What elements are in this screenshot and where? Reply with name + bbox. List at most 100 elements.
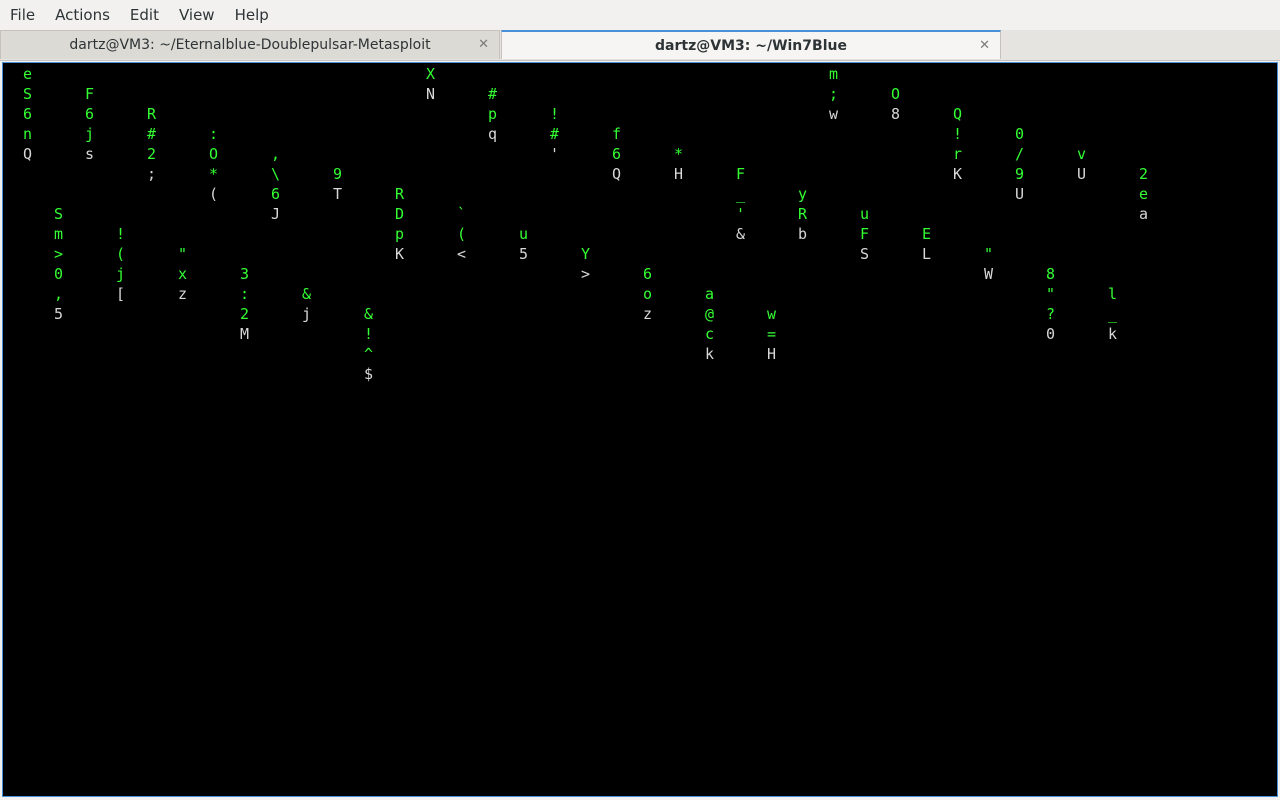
matrix-glyph: K xyxy=(395,245,404,263)
matrix-glyph: u xyxy=(519,225,528,243)
matrix-glyph: 6 xyxy=(643,265,652,283)
matrix-glyph: 6 xyxy=(271,185,280,203)
matrix-glyph: * xyxy=(674,145,683,163)
matrix-glyph: : xyxy=(209,125,218,143)
matrix-glyph: e xyxy=(1139,185,1148,203)
menu-view[interactable]: View xyxy=(169,0,225,30)
matrix-glyph: ( xyxy=(116,245,125,263)
matrix-glyph: f xyxy=(612,125,621,143)
matrix-glyph: v xyxy=(1077,145,1086,163)
matrix-rain: eS6nQSm>0,5F6js!(j[R#2;"xz:O*(3:2M,\6J&j… xyxy=(23,65,1148,383)
matrix-glyph: L xyxy=(922,245,931,263)
matrix-glyph: _ xyxy=(736,185,746,203)
matrix-glyph: F xyxy=(85,85,94,103)
matrix-glyph: 6 xyxy=(85,105,94,123)
matrix-glyph: S xyxy=(860,245,869,263)
matrix-glyph: 0 xyxy=(1015,125,1024,143)
matrix-glyph: _ xyxy=(1108,305,1118,323)
tab-win7blue[interactable]: dartz@VM3: ~/Win7Blue ✕ xyxy=(501,30,1001,59)
matrix-glyph: " xyxy=(1046,285,1055,303)
matrix-glyph: y xyxy=(798,185,807,203)
matrix-glyph: Q xyxy=(953,105,962,123)
matrix-glyph: c xyxy=(705,325,714,343)
menu-actions[interactable]: Actions xyxy=(45,0,120,30)
matrix-glyph: & xyxy=(364,305,373,323)
matrix-glyph: r xyxy=(953,145,962,163)
matrix-glyph: & xyxy=(736,225,745,243)
matrix-glyph: 9 xyxy=(333,165,342,183)
menu-edit[interactable]: Edit xyxy=(120,0,169,30)
matrix-glyph: F xyxy=(736,165,745,183)
matrix-glyph: = xyxy=(767,325,776,343)
matrix-glyph: < xyxy=(457,245,466,263)
tab-title: dartz@VM3: ~/Win7Blue xyxy=(655,37,847,54)
matrix-glyph: H xyxy=(767,345,776,363)
matrix-glyph: ^ xyxy=(364,345,373,363)
matrix-glyph: 3 xyxy=(240,265,249,283)
matrix-glyph: E xyxy=(922,225,931,243)
matrix-glyph: @ xyxy=(705,305,714,323)
matrix-glyph: T xyxy=(333,185,342,203)
menu-file[interactable]: File xyxy=(0,0,45,30)
terminal-output[interactable]: e S 6 n Q Sm >0, 5 F 6 j s!(j[R #2; " x z: O *(3:2 M, \ 6 J & j… xyxy=(2,62,1278,797)
matrix-glyph: > xyxy=(54,245,63,263)
matrix-glyph: H xyxy=(674,165,683,183)
matrix-glyph: 5 xyxy=(54,305,63,323)
matrix-glyph: k xyxy=(1108,325,1117,343)
matrix-glyph: l xyxy=(1108,285,1117,303)
matrix-glyph: ; xyxy=(147,165,156,183)
matrix-glyph: S xyxy=(54,205,63,223)
matrix-glyph: m xyxy=(829,65,838,83)
matrix-glyph: 6 xyxy=(23,105,32,123)
matrix-glyph: # xyxy=(550,125,559,143)
matrix-glyph: R xyxy=(147,105,157,123)
matrix-glyph: n xyxy=(23,125,32,143)
matrix-glyph: 2 xyxy=(147,145,156,163)
matrix-glyph: z xyxy=(643,305,652,323)
matrix-glyph: p xyxy=(395,225,404,243)
matrix-glyph: 2 xyxy=(1139,165,1148,183)
matrix-glyph: \ xyxy=(271,165,280,183)
matrix-glyph: j xyxy=(302,305,311,323)
matrix-glyph: 9 xyxy=(1015,165,1024,183)
matrix-glyph: u xyxy=(860,205,869,223)
matrix-glyph: o xyxy=(643,285,652,303)
matrix-glyph: R xyxy=(798,205,808,223)
matrix-glyph: W xyxy=(984,265,994,283)
matrix-glyph: K xyxy=(953,165,962,183)
matrix-glyph: ; xyxy=(829,85,838,103)
matrix-glyph: ` xyxy=(457,205,466,223)
matrix-glyph: p xyxy=(488,105,497,123)
matrix-glyph: b xyxy=(798,225,807,243)
close-icon[interactable]: ✕ xyxy=(979,38,990,53)
matrix-glyph: [ xyxy=(116,285,125,303)
matrix-glyph: R xyxy=(395,185,405,203)
matrix-glyph: 2 xyxy=(240,305,249,323)
matrix-glyph: q xyxy=(488,125,497,143)
matrix-glyph: F xyxy=(860,225,869,243)
matrix-glyph: * xyxy=(209,165,218,183)
menu-help[interactable]: Help xyxy=(225,0,279,30)
matrix-glyph: j xyxy=(116,265,125,283)
matrix-glyph: / xyxy=(1015,145,1024,163)
matrix-glyph: , xyxy=(54,285,63,303)
matrix-glyph: 8 xyxy=(1046,265,1055,283)
matrix-glyph: 0 xyxy=(54,265,63,283)
matrix-glyph: e xyxy=(23,65,32,83)
matrix-glyph: " xyxy=(984,245,993,263)
matrix-glyph: U xyxy=(1015,185,1024,203)
matrix-glyph: ( xyxy=(209,185,218,203)
matrix-glyph: O xyxy=(209,145,218,163)
matrix-glyph: O xyxy=(891,85,900,103)
matrix-glyph: 5 xyxy=(519,245,528,263)
matrix-glyph: a xyxy=(705,285,714,303)
matrix-glyph: > xyxy=(581,265,590,283)
matrix-glyph: 8 xyxy=(891,105,900,123)
matrix-glyph: k xyxy=(705,345,714,363)
tab-eternalblue[interactable]: dartz@VM3: ~/Eternalblue-Doublepulsar-Me… xyxy=(0,30,500,59)
close-icon[interactable]: ✕ xyxy=(478,37,489,52)
matrix-glyph: s xyxy=(85,145,94,163)
tab-bar: dartz@VM3: ~/Eternalblue-Doublepulsar-Me… xyxy=(0,30,1280,61)
matrix-glyph: ! xyxy=(550,105,559,123)
matrix-glyph: # xyxy=(488,85,497,103)
